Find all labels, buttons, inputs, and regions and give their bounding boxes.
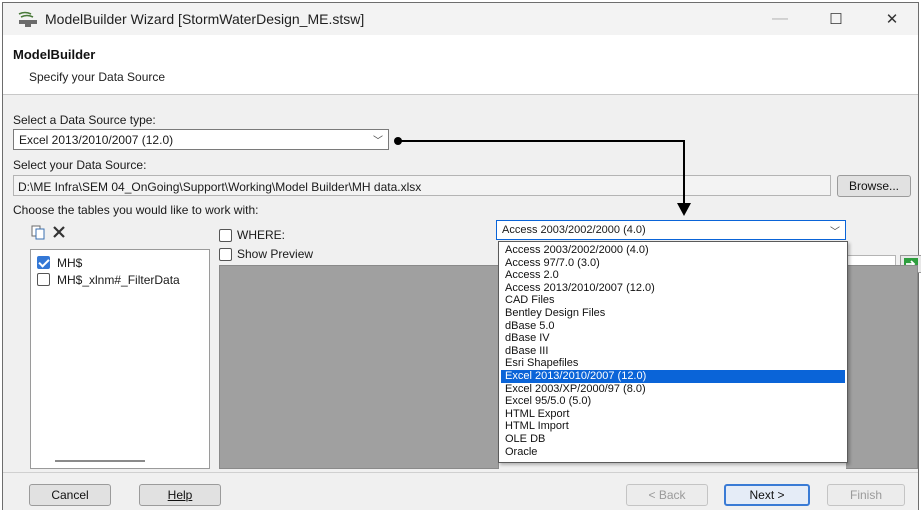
minimize-button[interactable]: — <box>757 3 803 35</box>
show-preview-label: Show Preview <box>237 247 314 261</box>
title-bar[interactable]: ModelBuilder Wizard [StormWaterDesign_ME… <box>3 3 918 35</box>
dropdown-option[interactable]: dBase IV <box>501 332 845 345</box>
dropdown-option[interactable]: Access 97/7.0 (3.0) <box>501 257 845 270</box>
data-source-path: D:\ME Infra\SEM 04_OnGoing\Support\Worki… <box>18 180 422 194</box>
wizard-header: ModelBuilder Specify your Data Source <box>3 35 918 95</box>
dropdown-option[interactable]: OLE DB <box>501 433 845 446</box>
data-source-type-dropdown[interactable]: Access 2003/2002/2000 (4.0) ﹀ <box>496 220 846 240</box>
list-item[interactable]: MH$_xlnm#_FilterData <box>37 271 207 287</box>
where-checkbox[interactable] <box>219 229 232 242</box>
dropdown-option[interactable]: Bentley Design Files <box>501 307 845 320</box>
dropdown-option[interactable]: dBase 5.0 <box>501 320 845 333</box>
help-button[interactable]: Help <box>139 484 221 506</box>
dropdown-option-selected[interactable]: Excel 2013/2010/2007 (12.0) <box>501 370 845 383</box>
app-icon <box>18 11 37 27</box>
table-checkbox-mh[interactable] <box>37 256 50 269</box>
dropdown-list: Access 2003/2002/2000 (4.0) Access 97/7.… <box>498 241 848 463</box>
table-label: MH$ <box>57 256 83 270</box>
source-type-value: Excel 2013/2010/2007 (12.0) <box>19 133 174 147</box>
dropdown-option[interactable]: HTML Import <box>501 420 845 433</box>
delete-icon[interactable] <box>52 225 66 239</box>
source-type-select[interactable]: Excel 2013/2010/2007 (12.0) ﹀ <box>13 129 389 150</box>
list-item[interactable]: MH$ <box>37 254 207 270</box>
table-label: MH$_xlnm#_FilterData <box>57 273 180 287</box>
dropdown-option[interactable]: Access 2.0 <box>501 269 845 282</box>
table-checkbox-filterdata[interactable] <box>37 273 50 286</box>
preview-pane <box>219 265 499 469</box>
dropdown-chevron-icon: ﹀ <box>830 227 840 238</box>
wizard-footer: Cancel Help < Back Next > Finish <box>3 472 918 510</box>
dropdown-option[interactable]: HTML Export <box>501 408 845 421</box>
dropdown-option[interactable]: dBase III <box>501 345 845 358</box>
data-source-label: Select your Data Source: <box>13 158 147 172</box>
show-preview-checkbox[interactable] <box>219 248 232 261</box>
source-type-label: Select a Data Source type: <box>13 113 156 127</box>
finish-button[interactable]: Finish <box>827 484 905 506</box>
window-title: ModelBuilder Wizard [StormWaterDesign_ME… <box>45 11 365 27</box>
wizard-window: ModelBuilder Wizard [StormWaterDesign_ME… <box>2 2 921 510</box>
dropdown-option[interactable]: CAD Files <box>501 294 845 307</box>
help-button-label: Help <box>167 488 193 502</box>
dropdown-option[interactable]: Oracle <box>501 446 845 459</box>
data-source-field[interactable]: D:\ME Infra\SEM 04_OnGoing\Support\Worki… <box>13 175 831 196</box>
tables-list: MH$ MH$_xlnm#_FilterData <box>30 249 210 469</box>
dropdown-option[interactable]: Access 2013/2010/2007 (12.0) <box>501 282 845 295</box>
back-button[interactable]: < Back <box>626 484 708 506</box>
dropdown-option[interactable]: Excel 2003/XP/2000/97 (8.0) <box>501 383 845 396</box>
list-divider <box>55 460 145 462</box>
where-label: WHERE: <box>237 228 285 242</box>
dropdown-option[interactable]: Access 2003/2002/2000 (4.0) <box>501 244 845 257</box>
close-button[interactable]: ✕ <box>869 3 915 35</box>
dropdown-option[interactable]: Excel 95/5.0 (5.0) <box>501 395 845 408</box>
header-title: ModelBuilder <box>13 47 96 62</box>
maximize-button[interactable]: ☐ <box>813 3 859 35</box>
dropdown-option[interactable]: Esri Shapefiles <box>501 357 845 370</box>
next-button[interactable]: Next > <box>724 484 810 506</box>
dropdown-current-value: Access 2003/2002/2000 (4.0) <box>502 224 646 236</box>
header-subtitle: Specify your Data Source <box>29 70 166 84</box>
dropdown-chevron-icon: ﹀ <box>373 136 383 147</box>
tables-label: Choose the tables you would like to work… <box>13 203 259 217</box>
browse-button[interactable]: Browse... <box>837 175 911 197</box>
copy-icon[interactable] <box>30 224 46 240</box>
cancel-button[interactable]: Cancel <box>29 484 111 506</box>
preview-pane-right <box>846 265 918 469</box>
